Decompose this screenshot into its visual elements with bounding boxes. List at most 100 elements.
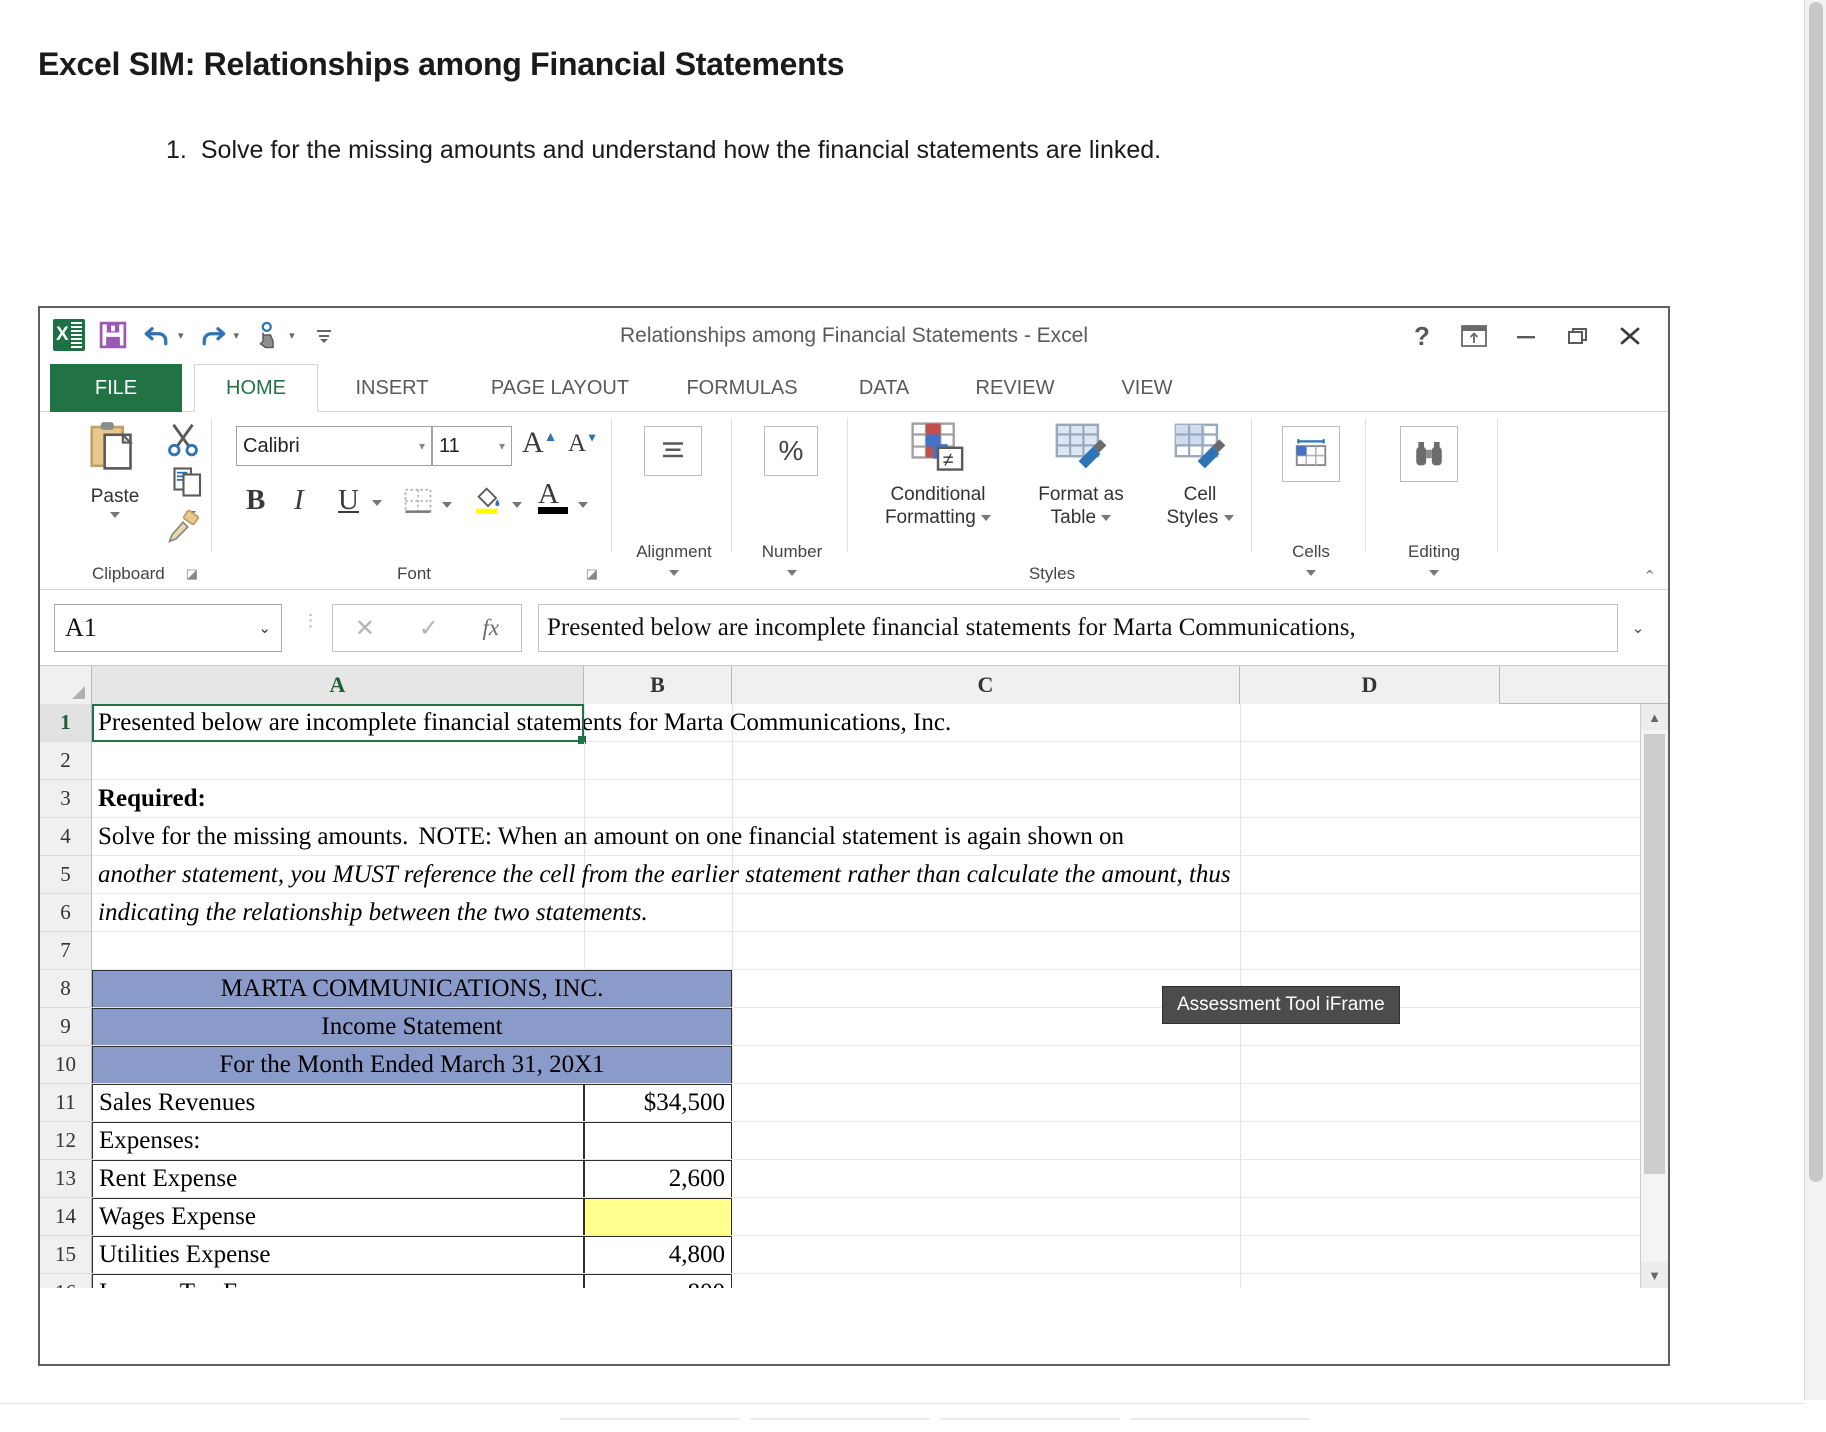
page-scrollbar[interactable] (1804, 0, 1826, 1400)
cell-a9-statement-type[interactable]: Income Statement (92, 1008, 732, 1046)
cell-styles-dropdown-icon[interactable] (1224, 515, 1234, 521)
font-name-dropdown-icon[interactable]: ▾ (419, 439, 425, 453)
row-header-13[interactable]: 13 (40, 1160, 92, 1198)
tab-view[interactable]: VIEW (1092, 364, 1202, 412)
close-button[interactable] (1604, 316, 1656, 356)
underline-button[interactable]: U (338, 484, 359, 517)
increase-font-size-button[interactable]: A▲ (522, 426, 558, 460)
font-color-dropdown-icon[interactable] (578, 502, 588, 508)
alignment-button[interactable] (644, 426, 702, 476)
cell-a2[interactable] (92, 742, 584, 780)
cell-b15-utilities-expense-value[interactable]: 4,800 (584, 1236, 732, 1274)
conditional-formatting-button[interactable]: ≠ Conditional Formatting (862, 420, 1014, 529)
row-header-6[interactable]: 6 (40, 894, 92, 932)
cancel-formula-icon[interactable]: ✕ (355, 614, 375, 643)
help-button[interactable]: ? (1396, 316, 1448, 356)
cell-b14-wages-expense-input[interactable] (584, 1198, 732, 1236)
cell-a11-sales-revenues-label[interactable]: Sales Revenues (92, 1084, 584, 1122)
alignment-dropdown-icon[interactable] (669, 570, 679, 576)
minimize-button[interactable] (1500, 316, 1552, 356)
tab-home[interactable]: HOME (194, 364, 318, 412)
tab-file[interactable]: FILE (50, 364, 182, 412)
row-header-10[interactable]: 10 (40, 1046, 92, 1084)
cells-dropdown-icon[interactable] (1306, 570, 1316, 576)
conditional-formatting-dropdown-icon[interactable] (981, 515, 991, 521)
cut-button[interactable] (164, 420, 202, 463)
scroll-up-icon[interactable]: ▲ (1641, 704, 1668, 730)
scroll-down-icon[interactable]: ▼ (1641, 1262, 1668, 1288)
row-header-12[interactable]: 12 (40, 1122, 92, 1160)
cell-a8-income-statement-title[interactable]: MARTA COMMUNICATIONS, INC. (92, 970, 732, 1008)
borders-dropdown-icon[interactable] (442, 502, 452, 508)
editing-dropdown-icon[interactable] (1429, 570, 1439, 576)
restore-button[interactable] (1552, 316, 1604, 356)
tab-page-layout[interactable]: PAGE LAYOUT (462, 364, 658, 412)
cell-a6[interactable]: indicating the relationship between the … (92, 894, 1492, 932)
number-dropdown-icon[interactable] (787, 570, 797, 576)
row-header-3[interactable]: 3 (40, 780, 92, 818)
cell-b16-income-tax-expense-value[interactable]: 800 (584, 1274, 732, 1288)
cell-a7[interactable] (92, 932, 584, 970)
row-header-4[interactable]: 4 (40, 818, 92, 856)
name-box-dropdown-icon[interactable]: ⌄ (258, 619, 271, 638)
fill-color-button[interactable] (472, 482, 504, 519)
select-all-corner[interactable] (40, 666, 92, 704)
paste-dropdown-icon[interactable] (110, 512, 120, 518)
cell-b12[interactable] (584, 1122, 732, 1160)
font-size-input[interactable]: 11 ▾ (432, 426, 512, 466)
cell-b13-rent-expense-value[interactable]: 2,600 (584, 1160, 732, 1198)
cell-b11-sales-revenues-value[interactable]: $34,500 (584, 1084, 732, 1122)
row-header-9[interactable]: 9 (40, 1008, 92, 1046)
formula-input[interactable]: Presented below are incomplete financial… (538, 604, 1618, 652)
tab-formulas[interactable]: FORMULAS (662, 364, 822, 412)
expand-formula-bar-icon[interactable]: ⌄ (1622, 604, 1654, 652)
bold-button[interactable]: B (246, 484, 265, 517)
fill-color-dropdown-icon[interactable] (512, 502, 522, 508)
font-color-button[interactable]: A (538, 478, 568, 514)
row-header-5[interactable]: 5 (40, 856, 92, 894)
page-scrollbar-thumb[interactable] (1809, 2, 1823, 1182)
font-name-input[interactable]: Calibri ▾ (236, 426, 432, 466)
decrease-font-size-button[interactable]: A▼ (568, 430, 598, 458)
collapse-ribbon-icon[interactable]: ⌃ (1643, 567, 1656, 585)
row-header-14[interactable]: 14 (40, 1198, 92, 1236)
row-header-11[interactable]: 11 (40, 1084, 92, 1122)
number-format-button[interactable]: % (764, 426, 818, 476)
column-header-c[interactable]: C (732, 666, 1240, 704)
cell-a12-expenses-label[interactable]: Expenses: (92, 1122, 584, 1160)
cells-button[interactable] (1282, 426, 1340, 482)
name-box[interactable]: A1 ⌄ (54, 604, 282, 652)
editing-button[interactable] (1400, 426, 1458, 482)
cell-a13-rent-expense-label[interactable]: Rent Expense (92, 1160, 584, 1198)
row-header-16[interactable]: 16 (40, 1274, 92, 1288)
ribbon-display-options-button[interactable] (1448, 316, 1500, 356)
row-header-2[interactable]: 2 (40, 742, 92, 780)
cell-a5[interactable]: another statement, you MUST reference th… (92, 856, 1492, 894)
cell-a3[interactable]: Required: (92, 780, 584, 818)
enter-formula-icon[interactable]: ✓ (419, 614, 439, 643)
italic-button[interactable]: I (294, 484, 304, 517)
column-header-b[interactable]: B (584, 666, 732, 704)
row-header-8[interactable]: 8 (40, 970, 92, 1008)
grid-vertical-scrollbar[interactable]: ▲ ▼ (1640, 704, 1668, 1288)
font-dialog-launcher[interactable]: ◪ (586, 566, 598, 582)
underline-dropdown-icon[interactable] (372, 500, 382, 506)
clipboard-dialog-launcher[interactable]: ◪ (186, 566, 198, 582)
cell-a4[interactable]: Solve for the missing amounts. NOTE: Whe… (92, 818, 1492, 856)
insert-function-icon[interactable]: fx (483, 615, 500, 641)
font-size-dropdown-icon[interactable]: ▾ (499, 439, 505, 453)
row-header-7[interactable]: 7 (40, 932, 92, 970)
column-header-d[interactable]: D (1240, 666, 1500, 704)
row-header-1[interactable]: 1 (40, 704, 92, 742)
format-as-table-button[interactable]: Format as Table (1018, 420, 1144, 529)
cell-a10-period[interactable]: For the Month Ended March 31, 20X1 (92, 1046, 732, 1084)
cell-styles-button[interactable]: Cell Styles (1148, 420, 1252, 529)
cell-a16-income-tax-expense-label[interactable]: Income Tax Expense (92, 1274, 584, 1288)
tab-data[interactable]: DATA (830, 364, 938, 412)
row-header-15[interactable]: 15 (40, 1236, 92, 1274)
cell-a1[interactable]: Presented below are incomplete financial… (92, 704, 1492, 742)
tab-review[interactable]: REVIEW (944, 364, 1086, 412)
tab-insert[interactable]: INSERT (326, 364, 458, 412)
scrollbar-thumb[interactable] (1644, 734, 1665, 1174)
format-as-table-dropdown-icon[interactable] (1101, 515, 1111, 521)
